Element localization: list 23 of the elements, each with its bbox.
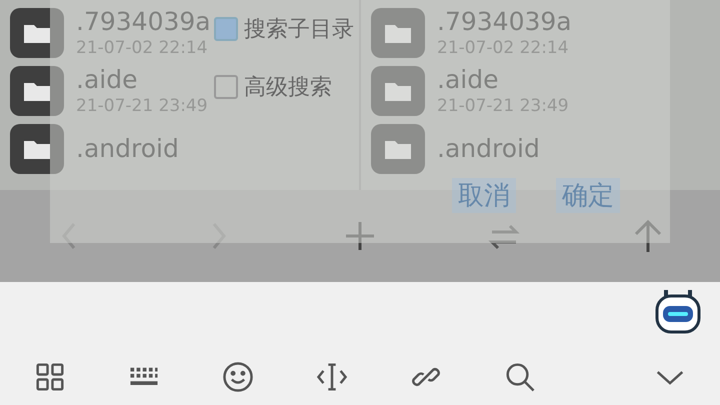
search-icon[interactable] [504,361,536,393]
file-name[interactable]: .android [76,134,179,164]
folder-icon [371,8,425,58]
file-name[interactable]: .android [437,134,540,164]
file-name[interactable]: .7934039a [437,7,572,37]
folder-icon [10,124,64,174]
folder-icon [371,124,425,174]
folder-icon [10,8,64,58]
checkbox[interactable] [214,75,238,99]
robot-icon[interactable] [654,288,702,334]
folder-icon [371,66,425,116]
checkbox[interactable] [214,17,238,41]
folder-icon [10,66,64,116]
text-cursor-icon[interactable] [316,361,348,393]
smiley-icon[interactable] [222,361,254,393]
cancel-button[interactable]: 取消 [452,178,516,213]
grid-icon[interactable] [34,361,66,393]
confirm-button[interactable]: 确定 [556,178,620,213]
file-name[interactable]: .7934039a [76,7,211,37]
option-label[interactable]: 高级搜索 [244,72,332,102]
option-label[interactable]: 搜索子目录 [244,14,354,44]
file-name[interactable]: .aide [437,65,569,95]
file-name[interactable]: .aide [76,65,208,95]
